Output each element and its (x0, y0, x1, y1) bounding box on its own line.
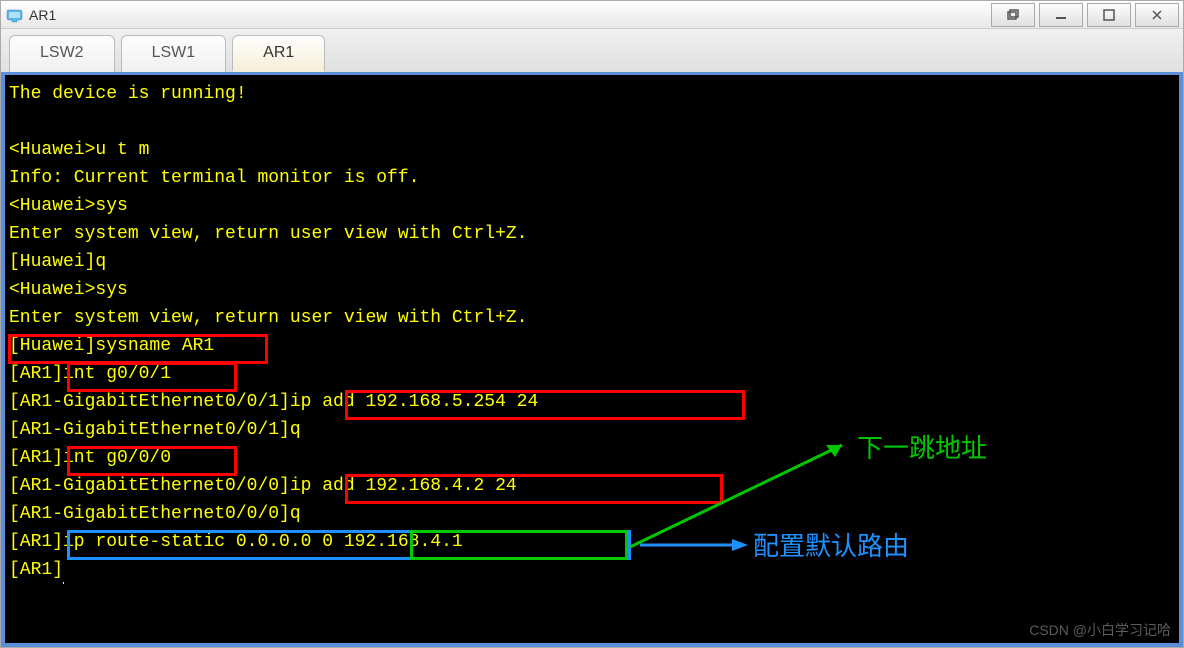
close-button[interactable] (1135, 3, 1179, 27)
arrow-default-route (640, 535, 750, 555)
annotation-next-hop: 下一跳地址 (857, 429, 987, 468)
highlight-ip-add-1 (345, 390, 745, 420)
highlight-int-g001 (67, 362, 237, 392)
terminal-line: Enter system view, return user view with… (9, 221, 1175, 249)
app-icon (5, 6, 23, 24)
terminal-line: The device is running! (9, 81, 1175, 109)
tab-bar: LSW2 LSW1 AR1 (1, 29, 1183, 72)
terminal-view[interactable]: The device is running! <Huawei>u t m Inf… (1, 72, 1183, 647)
terminal-line: [AR1] (9, 557, 1175, 585)
minimize-button[interactable] (1039, 3, 1083, 27)
window-title: AR1 (29, 7, 987, 23)
terminal-line: [AR1-GigabitEthernet0/0/0]q (9, 501, 1175, 529)
highlight-int-g000 (67, 446, 237, 476)
restore-button[interactable] (991, 3, 1035, 27)
watermark: CSDN @小白学习记哈 (1029, 620, 1171, 641)
terminal-line: [AR1-GigabitEthernet0/0/1]q (9, 417, 1175, 445)
annotation-default-route: 配置默认路由 (753, 527, 909, 566)
highlight-sysname (8, 334, 268, 364)
terminal-line (9, 109, 1175, 137)
application-window: AR1 LSW2 LSW1 AR1 The device is running!… (0, 0, 1184, 648)
window-controls (987, 3, 1179, 27)
title-bar: AR1 (1, 1, 1183, 29)
terminal-line: Enter system view, return user view with… (9, 305, 1175, 333)
tab-lsw1[interactable]: LSW1 (121, 35, 227, 72)
terminal-line: <Huawei>sys (9, 277, 1175, 305)
tab-ar1[interactable]: AR1 (232, 35, 325, 72)
terminal-line: <Huawei>sys (9, 193, 1175, 221)
terminal-line: <Huawei>u t m (9, 137, 1175, 165)
terminal-line: [Huawei]q (9, 249, 1175, 277)
tab-lsw2[interactable]: LSW2 (9, 35, 115, 72)
highlight-next-hop (410, 530, 628, 560)
maximize-button[interactable] (1087, 3, 1131, 27)
terminal-line: Info: Current terminal monitor is off. (9, 165, 1175, 193)
